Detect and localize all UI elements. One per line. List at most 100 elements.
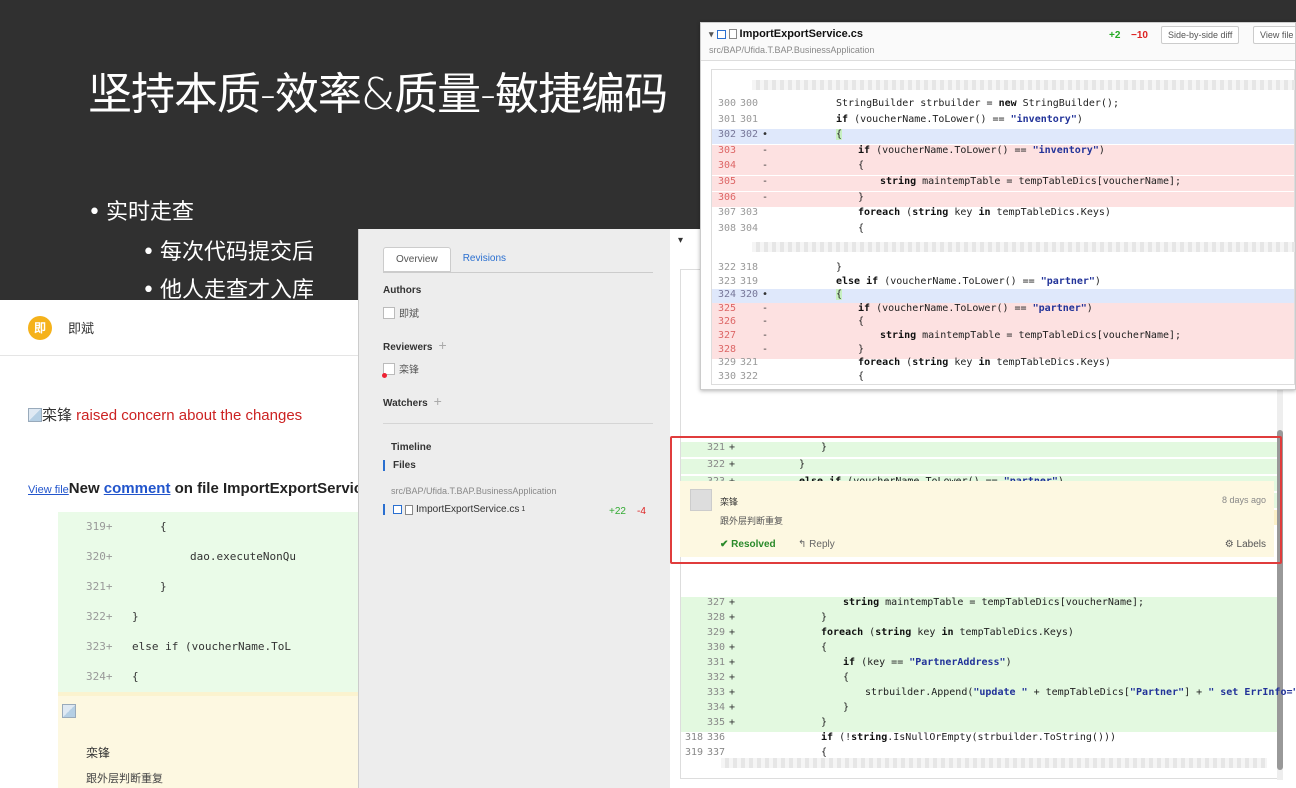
code-text: { — [132, 670, 139, 683]
old-line-number: 305 — [718, 176, 737, 187]
diff-row: 306 -} — [712, 191, 1294, 207]
diff-row: 324+ { — [58, 662, 360, 692]
diff-row: 331 + if (key == "PartnerAddress") — [681, 657, 1277, 672]
add-watcher-icon[interactable]: + — [434, 393, 442, 409]
line-number: 322+ — [86, 610, 113, 623]
view-file-link[interactable]: View file — [28, 484, 69, 496]
diff-row: 330 + { — [681, 642, 1277, 657]
files-link[interactable]: Files — [383, 460, 416, 471]
new-line-number: 331 — [707, 657, 726, 668]
bullet-text: 每次代码提交后 — [160, 240, 315, 265]
code-text: if (!string.IsNullOrEmpty(strbuilder.ToS… — [821, 732, 1117, 743]
code-text: string maintempTable = tempTableDics[vou… — [880, 176, 1182, 187]
chevron-down-icon[interactable]: ▾ — [709, 29, 714, 40]
comment-user: 栾锋 — [86, 746, 111, 760]
bullet-2: • 每次代码提交后 — [142, 240, 315, 265]
line-number: 321+ — [86, 580, 113, 593]
code-text: dao.executeNonQu — [190, 550, 296, 563]
tab-revisions[interactable]: Revisions — [451, 247, 518, 272]
checkbox-icon[interactable] — [393, 505, 402, 514]
new-line-number: 333 — [707, 687, 726, 698]
line-number: 320+ — [86, 550, 113, 563]
code-text: } — [858, 343, 865, 355]
code-text: foreach (string key in tempTableDics.Key… — [858, 207, 1111, 219]
code-text: else if (voucherName.ToLower() == "partn… — [836, 275, 1101, 287]
github-diff-panel: ▾ ImportExportService.cs src/BAP/Ufida.T.… — [700, 22, 1296, 390]
reviewer-name: 栾锋 — [399, 365, 419, 376]
diff-row: 321+} — [58, 572, 360, 602]
diff-marker: • — [762, 289, 769, 301]
old-line-number: 308 — [718, 222, 737, 234]
code-text: StringBuilder strbuilder = new StringBui… — [836, 98, 1119, 109]
file-name: ImportExportService.cs — [739, 28, 864, 40]
diff-row: 327 + string maintempTable = tempTableDics… — [681, 597, 1277, 612]
diff-row: 304 - { — [712, 160, 1294, 176]
diff-marker: + — [729, 702, 736, 713]
diff-row: 330 322 { — [712, 371, 1294, 386]
file-path: src/BAP/Ufida.T.BAP.BusinessApplication — [709, 45, 875, 55]
bullet-text: 实时走查 — [106, 200, 195, 225]
diff-marker: + — [729, 717, 736, 728]
diff-row: 329 + foreach (string key in tempTableDics… — [681, 627, 1277, 642]
diff-marker: - — [762, 302, 769, 314]
new-line-number: 329 — [707, 627, 726, 638]
add-reviewer-icon[interactable]: + — [438, 337, 446, 353]
diff-row: 303 - if (voucherName.ToLower() == "invent… — [712, 144, 1294, 160]
diff-marker: + — [729, 687, 736, 698]
code-text: if (voucherName.ToLower() == "inventory"… — [858, 144, 1105, 156]
diff-row: 301 301 if (voucherName.ToLower() == "inve… — [712, 114, 1294, 129]
hidden-lines-separator[interactable] — [721, 758, 1267, 768]
diff-row: 328 +} — [681, 612, 1277, 627]
author-name: 即斌 — [399, 309, 419, 320]
diff-row: 333 + strbuilder.Append("update " + tempTa… — [681, 687, 1296, 702]
tab-overview[interactable]: Overview — [383, 247, 451, 272]
collapse-icon[interactable]: ▾ — [678, 235, 683, 246]
new-line-number: 300 — [740, 98, 759, 109]
authors-heading: Authors — [383, 285, 422, 296]
code-text: { — [160, 520, 167, 533]
email-comment: 栾锋 跟外层判断重复 — [58, 696, 360, 788]
diff-row: 308 304 { — [712, 223, 1294, 238]
sidebar-tabs: Overview Revisions — [383, 247, 518, 272]
new-line-number: 328 — [707, 612, 726, 623]
diff-row: 300 300 StringBuilder strbuilder = new Str… — [712, 98, 1294, 113]
diff-marker: + — [729, 612, 736, 623]
diff-marker: + — [729, 657, 736, 668]
timeline-link[interactable]: Timeline — [391, 442, 431, 453]
hidden-lines-separator[interactable] — [752, 242, 1295, 252]
broken-image-icon — [28, 408, 42, 422]
line-number: 324+ — [86, 670, 113, 683]
code-text: strbuilder.Append("update " + tempTableD… — [865, 687, 1296, 698]
reviewer-item: 栾锋 — [382, 361, 419, 378]
diff-marker: - — [762, 330, 769, 341]
old-line-number: 325 — [718, 302, 737, 314]
reviewers-heading: Reviewers + — [383, 337, 447, 353]
diff-marker: + — [729, 672, 736, 683]
code-text: foreach (string key in tempTableDics.Key… — [821, 627, 1074, 638]
new-line-number: 304 — [740, 222, 759, 234]
code-text: { — [821, 642, 828, 653]
side-by-side-button[interactable]: Side-by-side diff — [1161, 26, 1240, 44]
code-text: { — [821, 747, 828, 758]
file-list-item[interactable]: ImportExportService.cs 1 — [383, 504, 525, 515]
diff-marker: - — [762, 160, 769, 172]
diff-marker: - — [762, 316, 769, 328]
diff-row: 307 303 foreach (string key in tempTableDi… — [712, 207, 1294, 222]
additions-count: +2 — [1109, 30, 1121, 41]
new-line-number: 301 — [740, 113, 759, 125]
file-name: ImportExportService.cs — [416, 504, 520, 515]
old-line-number: 327 — [718, 330, 737, 341]
diff-marker: + — [729, 597, 736, 608]
email-header: 即 即斌 — [0, 300, 360, 356]
comment-link[interactable]: comment — [104, 480, 171, 497]
new-line-number: 303 — [740, 207, 759, 219]
new-line-number: 320 — [740, 289, 759, 301]
old-line-number: 329 — [718, 357, 737, 369]
diff-code-view: 300 300 StringBuilder strbuilder = new Str… — [711, 69, 1295, 385]
view-file-button[interactable]: View file — [1253, 26, 1295, 44]
checkbox-icon[interactable] — [716, 29, 726, 39]
author-item: 即斌 — [383, 305, 419, 320]
line-number: 323+ — [86, 640, 113, 653]
avatar: 即 — [28, 315, 52, 340]
hidden-lines-separator[interactable] — [752, 80, 1295, 90]
